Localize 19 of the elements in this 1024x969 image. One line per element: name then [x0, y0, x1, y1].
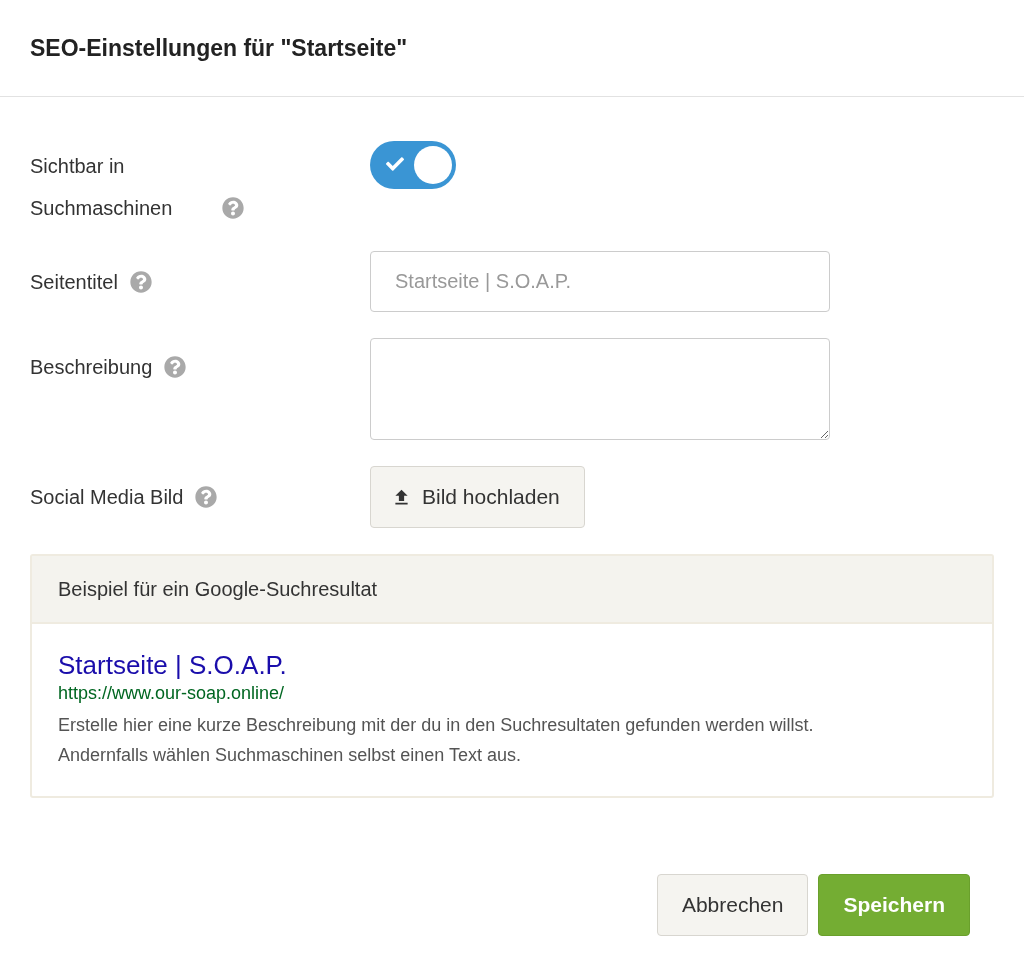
input-field[interactable]: Startseite | S.O.A.P.: [370, 251, 830, 312]
field-label: Seitentitel: [30, 269, 118, 295]
field-label: Social Media Bild: [30, 485, 184, 510]
text-area[interactable]: [370, 338, 830, 440]
field-label: Sichtbar in Suchmaschinen: [30, 154, 174, 221]
toggle-switch[interactable]: [370, 141, 456, 189]
result-title-link[interactable]: Startseite | S.O.A.P.: [58, 650, 966, 681]
help-icon[interactable]: [129, 270, 152, 293]
cancel-button[interactable]: Abbrechen: [656, 874, 809, 936]
help-icon[interactable]: [195, 486, 218, 508]
upload-button[interactable]: Bild hochladen: [370, 466, 585, 528]
preview-heading: Beispiel für ein Google-Suchresultat: [58, 577, 378, 601]
result-url: https://www.our-soap.online/: [58, 683, 286, 704]
field-label: Beschreibung: [30, 355, 153, 380]
result-description: Erstelle hier eine kurze Beschreibung mit der du in den Suchresultaten gefunden werden willst. Andernfalls wählen Suchmaschinen selbst einen Text aus.: [58, 714, 815, 767]
help-icon[interactable]: [222, 197, 244, 219]
help-icon[interactable]: [164, 356, 187, 378]
check-icon: [386, 155, 404, 173]
dialog-title: SEO-Einstellungen für "Startseite": [30, 34, 408, 62]
